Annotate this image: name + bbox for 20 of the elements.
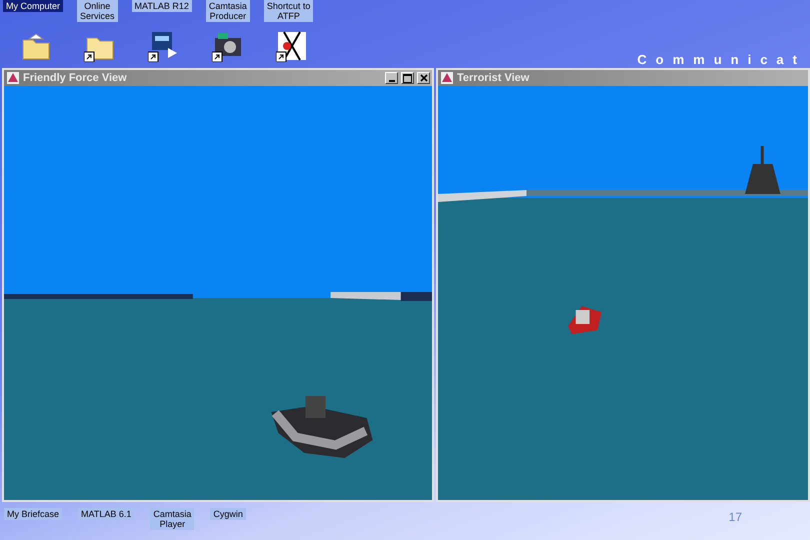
desktop-icon-label[interactable]: Shortcut to ATFP (264, 0, 314, 22)
desktop-icon-label[interactable]: MATLAB R12 (132, 0, 192, 12)
slide-brand-text: Communicat (637, 52, 806, 67)
slide-number: 17 (728, 510, 742, 524)
window-title: Terrorist View (457, 72, 530, 84)
desktop-icon-label[interactable]: Online Services (77, 0, 118, 22)
desktop-icon-label[interactable]: My Computer (3, 0, 64, 12)
desktop-icon-label[interactable]: Camtasia Producer (206, 0, 250, 22)
desktop-icon-label[interactable]: MATLAB 6.1 (78, 508, 134, 520)
desktop-icon-label[interactable]: My Briefcase (4, 508, 62, 520)
minimize-button[interactable] (385, 72, 398, 84)
desktop-icon-label[interactable]: Camtasia Player (150, 508, 194, 530)
desktop-icon-label[interactable]: Cygwin (210, 508, 246, 520)
camera-icon[interactable] (212, 30, 244, 62)
window-title: Friendly Force View (23, 72, 127, 84)
app-icon (440, 71, 454, 85)
crossed-tool-icon[interactable] (276, 30, 308, 62)
maximize-button[interactable] (401, 72, 414, 84)
app-icon (6, 71, 20, 85)
close-button[interactable] (417, 72, 430, 84)
